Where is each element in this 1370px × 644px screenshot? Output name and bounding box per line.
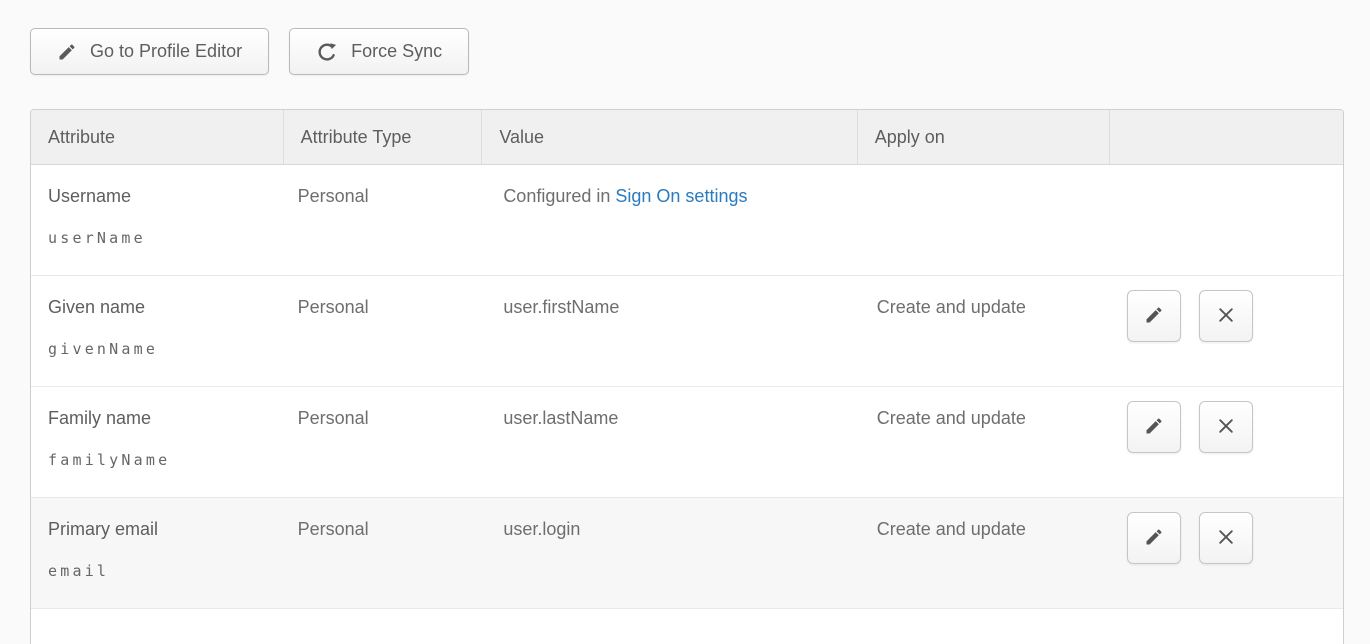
value-cell: user.lastName [482, 387, 857, 497]
edit-attribute-button[interactable] [1127, 290, 1181, 342]
edit-attribute-button[interactable] [1127, 401, 1181, 453]
attribute-code: givenName [48, 340, 284, 358]
refresh-icon [316, 41, 338, 63]
apply-on-cell [858, 165, 1111, 275]
attribute-mappings-page: Go to Profile Editor Force Sync Attribut… [0, 0, 1370, 644]
attribute-type-cell: Personal [284, 165, 483, 275]
value-text: user.lastName [503, 408, 618, 428]
x-icon [1216, 527, 1236, 550]
sign-on-settings-link[interactable]: Sign On settings [615, 186, 747, 206]
apply-on-cell: Create and update [858, 387, 1111, 497]
attribute-label: Primary email [48, 519, 284, 540]
force-sync-button[interactable]: Force Sync [289, 28, 469, 75]
x-icon [1216, 305, 1236, 328]
table-row: Primary email email Personal user.login … [31, 498, 1343, 609]
delete-attribute-button[interactable] [1199, 290, 1253, 342]
table-row: Given name givenName Personal user.first… [31, 276, 1343, 387]
go-to-profile-editor-label: Go to Profile Editor [90, 41, 242, 62]
column-header-attribute: Attribute [31, 110, 284, 164]
actions-cell [1110, 165, 1343, 275]
pencil-icon [1144, 416, 1164, 439]
value-cell: Configured in Sign On settings [482, 165, 857, 275]
column-header-attribute-type: Attribute Type [284, 110, 483, 164]
toolbar: Go to Profile Editor Force Sync [30, 28, 1344, 75]
pencil-icon [57, 42, 77, 62]
x-icon [1216, 416, 1236, 439]
force-sync-label: Force Sync [351, 41, 442, 62]
attribute-code: email [48, 562, 284, 580]
table-row: Username userName Personal Configured in… [31, 165, 1343, 276]
delete-attribute-button[interactable] [1199, 401, 1253, 453]
apply-on-cell: Create and update [858, 498, 1111, 608]
attribute-type-cell: Personal [284, 498, 483, 608]
attribute-type-cell: Personal [284, 387, 483, 497]
delete-attribute-button[interactable] [1199, 512, 1253, 564]
table-body: Username userName Personal Configured in… [31, 165, 1343, 609]
actions-cell [1110, 387, 1343, 497]
attribute-cell: Username userName [31, 165, 284, 275]
table-row: Family name familyName Personal user.las… [31, 387, 1343, 498]
column-header-actions [1110, 110, 1343, 164]
value-text: user.login [503, 519, 580, 539]
attribute-label: Username [48, 186, 284, 207]
actions-cell [1110, 498, 1343, 608]
value-cell: user.login [482, 498, 857, 608]
go-to-profile-editor-button[interactable]: Go to Profile Editor [30, 28, 269, 75]
table-row-partial [31, 609, 1343, 644]
attribute-label: Family name [48, 408, 284, 429]
actions-cell [1110, 276, 1343, 386]
edit-attribute-button[interactable] [1127, 512, 1181, 564]
attribute-mapping-table: Attribute Attribute Type Value Apply on … [30, 109, 1344, 644]
value-text: Configured in [503, 186, 615, 206]
attribute-type-cell: Personal [284, 276, 483, 386]
table-header-row: Attribute Attribute Type Value Apply on [31, 110, 1343, 165]
attribute-label: Given name [48, 297, 284, 318]
column-header-value: Value [482, 110, 857, 164]
attribute-code: userName [48, 229, 284, 247]
pencil-icon [1144, 305, 1164, 328]
attribute-code: familyName [48, 451, 284, 469]
value-text: user.firstName [503, 297, 619, 317]
column-header-apply-on: Apply on [858, 110, 1111, 164]
apply-on-cell: Create and update [858, 276, 1111, 386]
attribute-cell: Primary email email [31, 498, 284, 608]
attribute-cell: Family name familyName [31, 387, 284, 497]
pencil-icon [1144, 527, 1164, 550]
attribute-cell: Given name givenName [31, 276, 284, 386]
value-cell: user.firstName [482, 276, 857, 386]
